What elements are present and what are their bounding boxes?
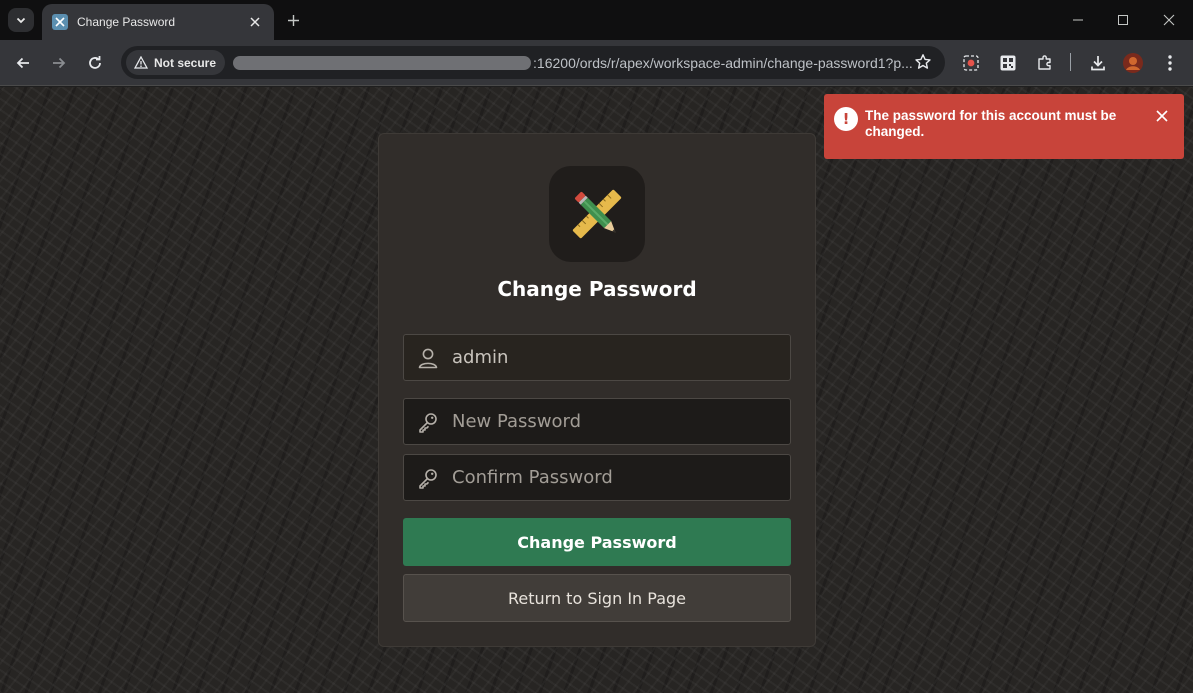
profile-avatar[interactable]	[1121, 51, 1145, 75]
confirm-password-input[interactable]	[452, 455, 790, 500]
new-password-field[interactable]	[403, 398, 791, 445]
page-title: Change Password	[497, 277, 697, 301]
extensions-puzzle-icon[interactable]	[1033, 51, 1057, 75]
security-indicator[interactable]: Not secure	[126, 50, 226, 75]
page-background: Change Password Change Password Return t…	[0, 87, 1193, 693]
address-bar[interactable]: Not secure :16200/ords/r/apex/workspace-…	[121, 46, 945, 79]
reload-button[interactable]	[81, 49, 109, 77]
browser-menu-icon[interactable]	[1158, 51, 1182, 75]
new-password-input[interactable]	[452, 399, 790, 444]
new-tab-button[interactable]	[282, 9, 304, 31]
security-label: Not secure	[154, 55, 217, 70]
url-redacted-host	[233, 55, 532, 70]
tab-search-button[interactable]	[8, 8, 34, 32]
browser-toolbar: Not secure :16200/ords/r/apex/workspace-…	[0, 40, 1193, 86]
downloads-icon[interactable]	[1086, 51, 1110, 75]
close-window-button[interactable]	[1155, 6, 1183, 34]
tab-title: Change Password	[77, 15, 176, 29]
warning-triangle-icon	[134, 56, 148, 69]
minimize-window-button[interactable]	[1064, 6, 1092, 34]
error-alert: ! The password for this account must be …	[824, 94, 1184, 159]
browser-tab-active[interactable]: Change Password	[42, 4, 274, 40]
return-to-sign-in-button[interactable]: Return to Sign In Page	[403, 574, 791, 622]
tab-close-icon[interactable]	[246, 13, 264, 31]
key-icon	[404, 467, 452, 489]
plus-icon	[287, 14, 299, 26]
forward-button[interactable]	[45, 49, 73, 77]
bookmark-star-icon[interactable]	[913, 52, 933, 72]
username-field[interactable]	[403, 334, 791, 381]
change-password-card: Change Password Change Password Return t…	[378, 133, 816, 647]
apex-favicon-icon	[52, 14, 68, 30]
browser-titlebar: Change Password	[0, 0, 1193, 40]
alert-close-icon[interactable]	[1154, 108, 1170, 124]
url-text: :16200/ords/r/apex/workspace-admin/chang…	[533, 54, 913, 71]
arrow-left-icon	[16, 57, 29, 69]
change-password-button[interactable]: Change Password	[403, 518, 791, 566]
screen-recorder-extension-icon[interactable]	[959, 51, 983, 75]
maximize-icon	[1118, 15, 1128, 25]
confirm-password-field[interactable]	[403, 454, 791, 501]
back-button[interactable]	[9, 49, 37, 77]
reload-icon	[89, 56, 101, 69]
user-icon	[404, 347, 452, 369]
maximize-window-button[interactable]	[1109, 6, 1137, 34]
toolbar-separator	[1070, 53, 1071, 71]
username-input[interactable]	[452, 335, 790, 380]
minimize-icon	[1073, 19, 1083, 21]
pencil-ruler-icon	[549, 166, 645, 262]
alert-message: The password for this account must be ch…	[865, 108, 1117, 139]
exclamation-circle-icon: !	[834, 107, 858, 131]
close-icon	[1163, 14, 1175, 26]
key-icon	[404, 411, 452, 433]
arrow-right-icon	[53, 57, 66, 69]
chevron-down-icon	[16, 17, 26, 24]
qr-code-extension-icon[interactable]	[996, 51, 1020, 75]
